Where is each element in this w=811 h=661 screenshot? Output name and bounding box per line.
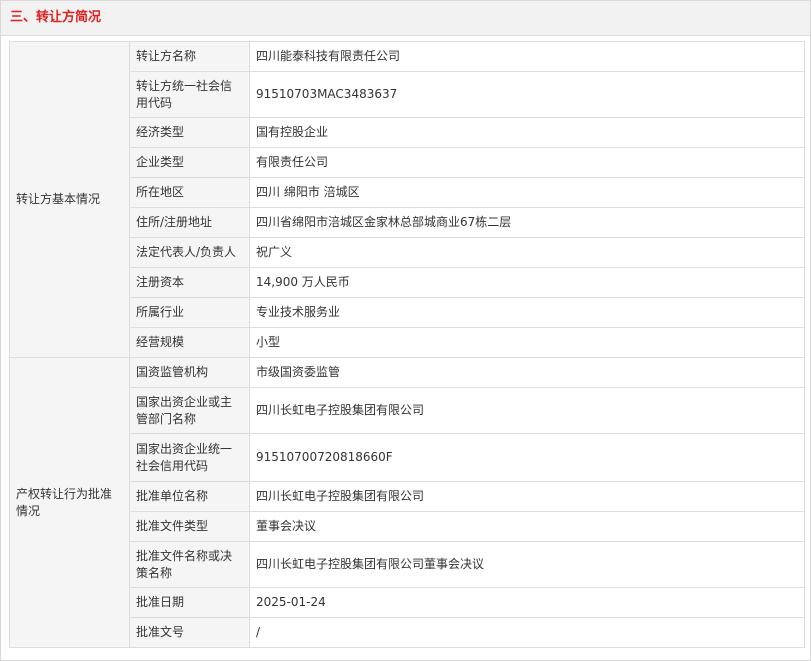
row-label: 所属行业 xyxy=(129,297,250,328)
section-title: 三、转让方简况 xyxy=(10,10,102,25)
table-row: 法定代表人/负责人 祝广义 xyxy=(10,237,805,268)
row-label: 转让方名称 xyxy=(129,41,250,72)
row-label: 经济类型 xyxy=(129,117,250,148)
row-value: 四川长虹电子控股集团有限公司 xyxy=(249,481,805,512)
row-label: 批准单位名称 xyxy=(129,481,250,512)
row-value: 四川 绵阳市 涪城区 xyxy=(249,177,805,208)
row-label: 转让方统一社会信用代码 xyxy=(129,71,250,118)
row-label: 批准文件名称或决策名称 xyxy=(129,541,250,588)
row-label: 国资监管机构 xyxy=(129,357,250,388)
row-label: 法定代表人/负责人 xyxy=(129,237,250,268)
row-label: 所在地区 xyxy=(129,177,250,208)
table-row: 所属行业 专业技术服务业 xyxy=(10,297,805,328)
row-value: 四川长虹电子控股集团有限公司 xyxy=(249,387,805,434)
row-value: 91510703MAC3483637 xyxy=(249,71,805,118)
row-value: 四川能泰科技有限责任公司 xyxy=(249,41,805,72)
row-value: 四川长虹电子控股集团有限公司董事会决议 xyxy=(249,541,805,588)
row-value: 专业技术服务业 xyxy=(249,297,805,328)
row-label: 企业类型 xyxy=(129,147,250,178)
row-value: 有限责任公司 xyxy=(249,147,805,178)
row-value: 国有控股企业 xyxy=(249,117,805,148)
row-value: 91510700720818660F xyxy=(249,433,805,482)
row-label: 批准文号 xyxy=(129,617,250,648)
table-row: 企业类型 有限责任公司 xyxy=(10,147,805,178)
table-row: 转让方基本情况 转让方名称 四川能泰科技有限责任公司 xyxy=(9,41,805,358)
row-value: 市级国资委监管 xyxy=(249,357,805,388)
row-value: 董事会决议 xyxy=(249,511,805,542)
transferor-info-table: 转让方基本情况 转让方名称 四川能泰科技有限责任公司 转让方统一社会信用代码 9… xyxy=(9,41,805,648)
table-row: 批准文件类型 董事会决议 xyxy=(10,511,805,542)
table-row: 产权转让行为批准情况 国资监管机构 市级国资委监管 xyxy=(9,357,805,648)
group-label-approval-info: 产权转让行为批准情况 xyxy=(9,357,130,648)
table-row: 注册资本 14,900 万人民币 xyxy=(10,267,805,298)
table-wrapper: 转让方基本情况 转让方名称 四川能泰科技有限责任公司 转让方统一社会信用代码 9… xyxy=(1,36,810,648)
row-value: 四川省绵阳市涪城区金家林总部城商业67栋二层 xyxy=(249,207,805,238)
table-row: 转让方统一社会信用代码 91510703MAC3483637 xyxy=(10,71,805,118)
table-row: 批准文件名称或决策名称 四川长虹电子控股集团有限公司董事会决议 xyxy=(10,541,805,588)
row-label: 国家出资企业统一社会信用代码 xyxy=(129,433,250,482)
table-row: 批准日期 2025-01-24 xyxy=(10,587,805,618)
row-label: 住所/注册地址 xyxy=(129,207,250,238)
table-row: 批准单位名称 四川长虹电子控股集团有限公司 xyxy=(10,481,805,512)
row-label: 经营规模 xyxy=(129,327,250,358)
table-row: 住所/注册地址 四川省绵阳市涪城区金家林总部城商业67栋二层 xyxy=(10,207,805,238)
section-header: 三、转让方简况 xyxy=(1,1,810,36)
transferor-section: 三、转让方简况 转让方基本情况 转让方名称 四川能泰科技有限责任公司 转让方统一… xyxy=(0,0,811,661)
row-label: 国家出资企业或主管部门名称 xyxy=(129,387,250,434)
row-label: 批准日期 xyxy=(129,587,250,618)
table-row: 经济类型 国有控股企业 xyxy=(10,117,805,148)
table-row: 国家出资企业统一社会信用代码 91510700720818660F xyxy=(10,433,805,482)
row-label: 批准文件类型 xyxy=(129,511,250,542)
row-value: / xyxy=(249,617,805,648)
table-row: 国家出资企业或主管部门名称 四川长虹电子控股集团有限公司 xyxy=(10,387,805,434)
table-row: 经营规模 小型 xyxy=(10,327,805,358)
table-row: 批准文号 / xyxy=(10,617,805,648)
row-value: 14,900 万人民币 xyxy=(249,267,805,298)
table-row: 所在地区 四川 绵阳市 涪城区 xyxy=(10,177,805,208)
row-value: 小型 xyxy=(249,327,805,358)
row-value: 2025-01-24 xyxy=(249,587,805,618)
group-label-basic-info: 转让方基本情况 xyxy=(9,41,130,358)
row-label: 注册资本 xyxy=(129,267,250,298)
row-value: 祝广义 xyxy=(249,237,805,268)
